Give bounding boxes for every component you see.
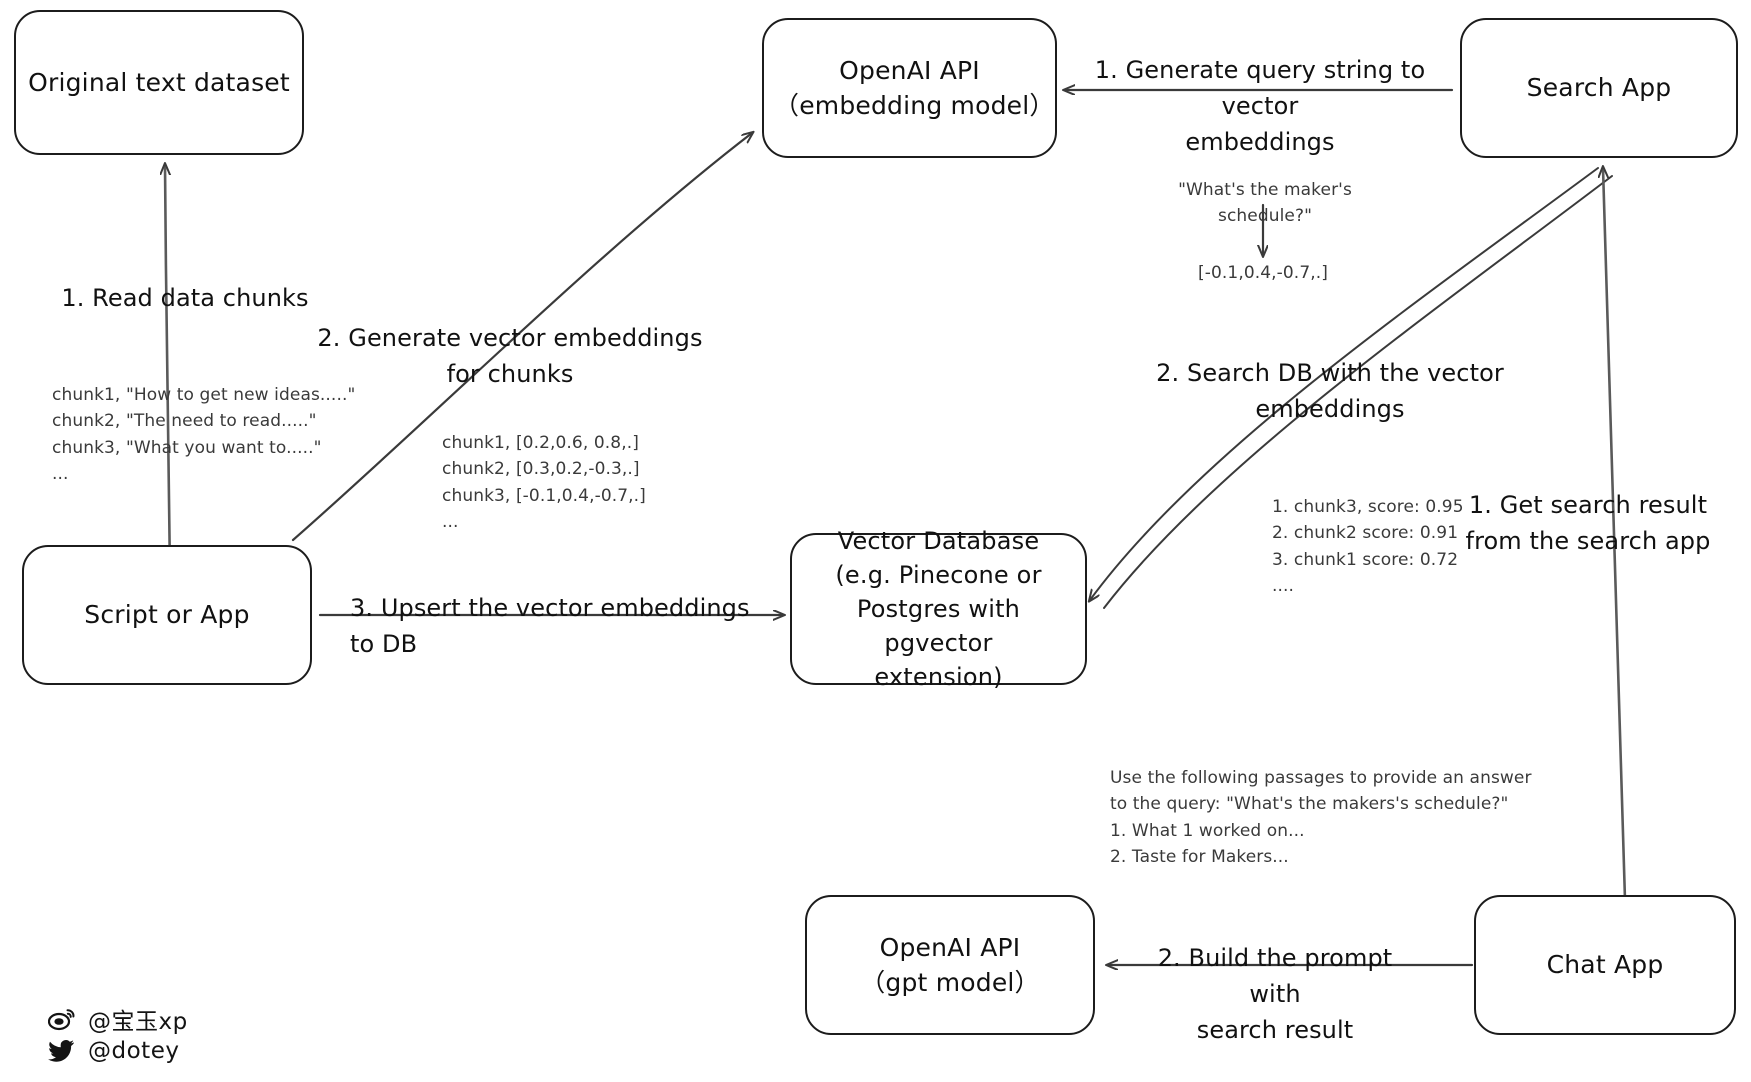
edge-label-read-data-chunks: 1. Read data chunks <box>61 284 309 312</box>
edge-label-upsert-embeddings: 3. Upsert the vector embeddings to DB <box>350 594 750 658</box>
node-original-text-dataset[interactable]: Original text dataset <box>14 10 304 155</box>
weibo-handle: @宝玉xp <box>88 1009 188 1035</box>
edge-label-generate-query-string: 1. Generate query string to vector embed… <box>1094 56 1426 156</box>
node-label: Original text dataset <box>28 67 290 97</box>
node-vector-database[interactable]: Vector Database (e.g. Pinecone or Postgr… <box>790 527 1087 691</box>
watermark-twitter: @dotey <box>48 1038 179 1064</box>
node-label: Vector Database (e.g. Pinecone or Postgr… <box>835 526 1042 692</box>
node-label: Chat App <box>1546 950 1664 980</box>
node-chat-app[interactable]: Chat App <box>1474 895 1736 1035</box>
node-script-or-app[interactable]: Script or App <box>22 545 312 685</box>
note-query-string: "What's the maker's schedule?" <box>1178 180 1352 227</box>
twitter-handle: @dotey <box>88 1038 180 1064</box>
note-prompt-sample: Use the following passages to provide an… <box>1110 768 1532 868</box>
node-label: Search App <box>1526 73 1672 103</box>
edge-label-build-prompt: 2. Build the prompt with search result <box>1157 944 1393 1044</box>
weibo-icon <box>48 1007 76 1031</box>
note-chunks-sample: chunk1, "How to get new ideas....." chun… <box>52 385 356 485</box>
note-query-embedding: [-0.1,0.4,-0.7,.] <box>1198 263 1328 283</box>
arrow-read-data-chunks <box>165 165 172 577</box>
node-label: OpenAI API （embedding model） <box>774 55 1055 121</box>
diagram-canvas: Original text dataset Script or App Open… <box>0 0 1751 1082</box>
note-search-results: 1. chunk3, score: 0.95 2. chunk2 score: … <box>1272 497 1464 597</box>
edge-label-search-db: 2. Search DB with the vector embeddings <box>1156 359 1504 423</box>
node-openai-embedding-api[interactable]: OpenAI API （embedding model） <box>762 18 1057 158</box>
watermark-weibo: @宝玉xp <box>48 1002 188 1036</box>
node-openai-gpt-api[interactable]: OpenAI API （gpt model） <box>805 895 1095 1035</box>
node-label: OpenAI API （gpt model） <box>860 932 1040 998</box>
node-label: Script or App <box>84 600 250 630</box>
twitter-icon <box>48 1039 76 1063</box>
note-chunk-embeddings-sample: chunk1, [0.2,0.6, 0.8,.] chunk2, [0.3,0.… <box>442 433 646 533</box>
node-search-app[interactable]: Search App <box>1460 18 1738 158</box>
